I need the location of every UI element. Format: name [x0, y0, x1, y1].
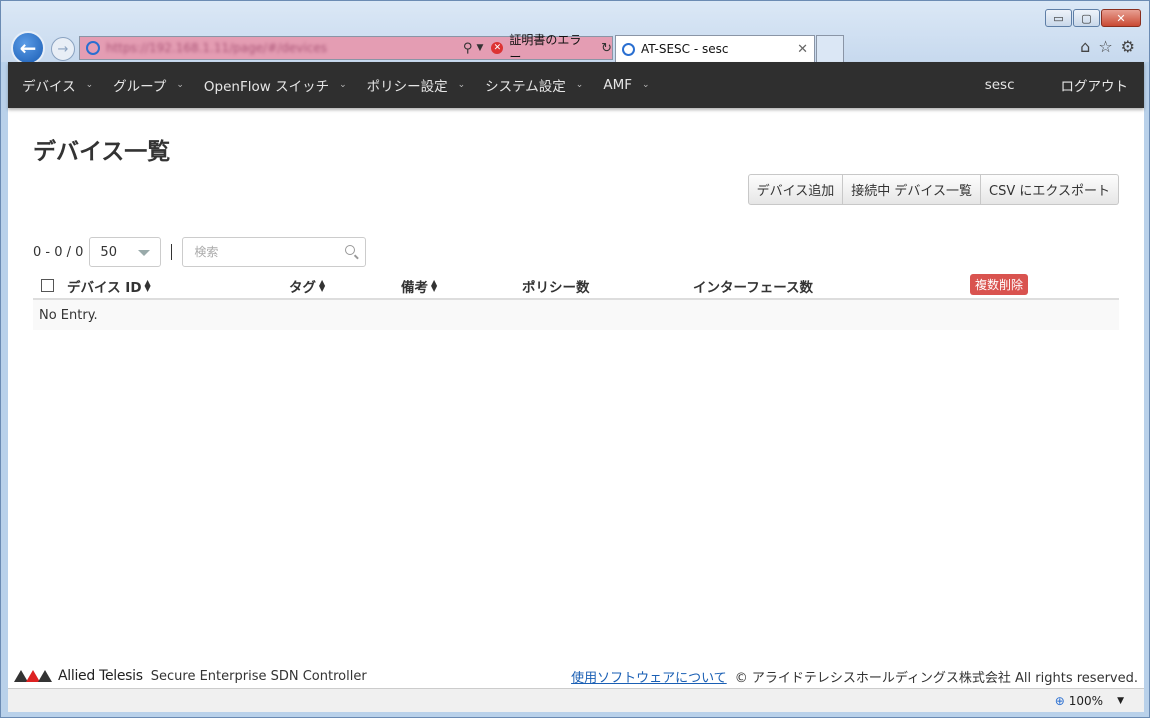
- chevron-down-icon[interactable]: ▼: [1117, 696, 1124, 706]
- address-url[interactable]: https://192.168.1.11/page/#/devices: [106, 41, 455, 55]
- nav-item-label: グループ: [113, 79, 167, 95]
- nav-item-amf[interactable]: AMF ⌄: [603, 77, 649, 93]
- list-toolbar: 0 - 0 / 0 50: [33, 237, 367, 267]
- logo-mark-icon: [14, 670, 54, 682]
- page-content: デバイス ⌄ グループ ⌄ OpenFlow スイッチ ⌄ ポリシー設定 ⌄ システム設…: [8, 62, 1144, 688]
- allied-telesis-logo: Allied Telesis: [14, 668, 151, 684]
- search-icon[interactable]: ⚲: [463, 41, 473, 56]
- nav-item-devices[interactable]: デバイス ⌄: [22, 75, 93, 95]
- nav-item-label: AMF: [603, 77, 632, 93]
- col-label: 備考: [401, 280, 428, 296]
- browser-window: ▭ ▢ ✕ ← → https://192.168.1.11/page/#/de…: [0, 0, 1150, 718]
- sort-icon: ▲ ▼: [144, 278, 151, 293]
- search-field[interactable]: [182, 237, 367, 267]
- select-all-checkbox[interactable]: [41, 279, 54, 292]
- search-input[interactable]: [183, 238, 366, 266]
- browser-chrome: ▭ ▢ ✕ ← → https://192.168.1.11/page/#/de…: [1, 1, 1149, 65]
- chevron-down-icon: ⌄: [641, 80, 650, 90]
- footer-right: 使用ソフトウェアについて © アライドテレシスホールディングス株式会社 All …: [571, 667, 1138, 686]
- back-arrow-icon[interactable]: ←: [11, 31, 45, 65]
- nav-item-label: OpenFlow スイッチ: [203, 79, 330, 95]
- connected-devices-button[interactable]: 接続中 デバイス一覧: [843, 174, 982, 205]
- col-interface-count: インターフェース数: [693, 280, 814, 296]
- ie-icon: [86, 41, 100, 55]
- ie-icon: [622, 42, 635, 56]
- divider: [171, 244, 173, 260]
- minimize-button[interactable]: ▭: [1045, 9, 1072, 27]
- col-label: タグ: [289, 280, 316, 296]
- table-row-empty: No Entry.: [33, 300, 1119, 330]
- software-info-link[interactable]: 使用ソフトウェアについて: [571, 667, 727, 686]
- new-tab-button[interactable]: [816, 35, 844, 62]
- add-device-button[interactable]: デバイス追加: [747, 174, 844, 205]
- chevron-down-icon: ⌄: [339, 80, 347, 90]
- copyright: © アライドテレシスホールディングス株式会社 All rights reserv…: [734, 670, 1138, 686]
- gear-icon[interactable]: ⚙: [1121, 37, 1135, 56]
- chevron-down-icon: ⌄: [575, 80, 584, 90]
- page-footer: Allied Telesis Secure Enterprise SDN Con…: [8, 664, 1144, 688]
- nav-item-policy[interactable]: ポリシー設定 ⌄: [367, 75, 466, 95]
- nav-item-openflow[interactable]: OpenFlow スイッチ ⌄: [204, 75, 347, 95]
- sort-icon: ▲ ▼: [431, 278, 438, 293]
- refresh-icon[interactable]: ↻: [601, 41, 612, 56]
- nav-right: sesc ログアウト: [985, 75, 1144, 95]
- window-controls: ▭ ▢ ✕: [1045, 9, 1141, 27]
- top-navbar: デバイス ⌄ グループ ⌄ OpenFlow スイッチ ⌄ ポリシー設定 ⌄ システム設…: [8, 62, 1144, 108]
- nav-item-label: ポリシー設定: [366, 79, 448, 95]
- nav-item-groups[interactable]: グループ ⌄: [113, 75, 184, 95]
- chevron-down-icon: [138, 250, 151, 256]
- nav-item-system[interactable]: システム設定 ⌄: [485, 75, 583, 95]
- pagination-range: 0 - 0 / 0: [33, 244, 84, 260]
- chevron-down-icon: ⌄: [457, 80, 466, 90]
- forward-arrow-icon[interactable]: →: [51, 37, 75, 61]
- chevron-down-icon: ⌄: [176, 80, 184, 90]
- user-name[interactable]: sesc: [985, 77, 1015, 93]
- status-bar: ⊕ 100% ▼: [8, 688, 1144, 712]
- chevron-down-icon: ⌄: [85, 80, 94, 90]
- maximize-button[interactable]: ▢: [1073, 9, 1100, 27]
- col-tag[interactable]: タグ ▲ ▼: [289, 276, 326, 297]
- browser-tools: ⌂ ☆ ⚙: [1080, 37, 1135, 56]
- col-policy-count: ポリシー数: [522, 280, 590, 296]
- brand-name: Allied Telesis: [58, 668, 143, 684]
- product-name: Secure Enterprise SDN Controller: [150, 668, 367, 684]
- col-device-id[interactable]: デバイス ID ▲ ▼: [67, 276, 151, 297]
- col-note[interactable]: 備考 ▲ ▼: [401, 276, 438, 297]
- page-size-select[interactable]: 50: [89, 237, 162, 267]
- chevron-down-icon[interactable]: ▼: [476, 43, 483, 53]
- page-title: デバイス一覧: [33, 139, 171, 165]
- close-button[interactable]: ✕: [1101, 9, 1141, 27]
- cert-error-icon[interactable]: ✕: [491, 42, 504, 54]
- browser-tab[interactable]: AT-SESC - sesc ✕: [615, 35, 815, 62]
- cert-error-label[interactable]: 証明書のエラー: [509, 31, 593, 65]
- page-size-value: 50: [100, 244, 117, 260]
- zoom-icon: ⊕: [1054, 693, 1065, 708]
- bulk-delete-button[interactable]: 複数削除: [970, 274, 1029, 295]
- star-icon[interactable]: ☆: [1098, 37, 1112, 56]
- col-label: デバイス ID: [67, 280, 142, 296]
- tab-close-icon[interactable]: ✕: [797, 42, 808, 57]
- home-icon[interactable]: ⌂: [1080, 37, 1090, 56]
- table-header: デバイス ID ▲ ▼ タグ ▲ ▼ 備考 ▲ ▼ ポリシー数 インターフェース数 複数削除: [33, 268, 1119, 300]
- zoom-level[interactable]: 100%: [1069, 694, 1103, 708]
- nav-item-label: デバイス: [22, 79, 76, 95]
- address-bar[interactable]: https://192.168.1.11/page/#/devices ⚲ ▼ …: [79, 33, 613, 64]
- csv-export-button[interactable]: CSV にエクスポート: [981, 174, 1119, 205]
- nav-item-label: システム設定: [485, 79, 566, 95]
- logout-link[interactable]: ログアウト: [1061, 75, 1129, 95]
- device-table: デバイス ID ▲ ▼ タグ ▲ ▼ 備考 ▲ ▼ ポリシー数 インターフェース数 複数削除…: [33, 268, 1119, 330]
- tab-title: AT-SESC - sesc: [641, 42, 729, 56]
- sort-icon: ▲ ▼: [319, 278, 326, 293]
- action-buttons: デバイス追加 接続中 デバイス一覧 CSV にエクスポート: [747, 174, 1119, 205]
